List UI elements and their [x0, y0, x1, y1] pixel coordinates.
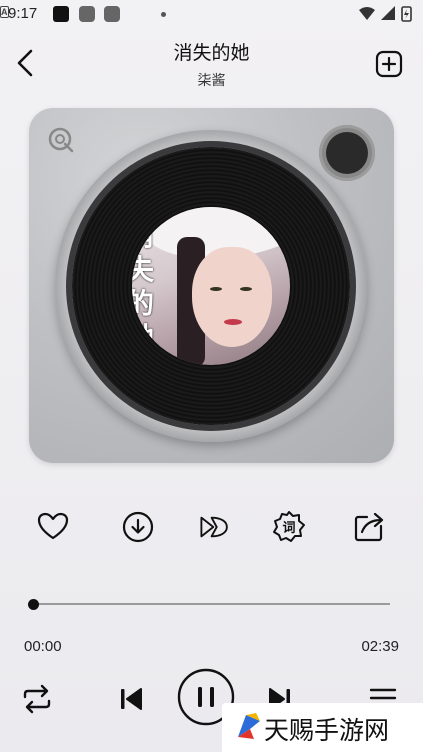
more-notifications-icon	[161, 12, 166, 17]
album-cover-text: 消失的她	[132, 219, 155, 354]
download-button[interactable]	[121, 510, 155, 544]
lyrics-button[interactable]: 词	[272, 510, 306, 544]
status-bar: 9:17 A	[0, 0, 423, 30]
svg-text:词: 词	[282, 521, 295, 536]
vinyl-record[interactable]: 消失的她	[72, 147, 350, 425]
speed-button[interactable]	[198, 510, 232, 544]
brand-logo-icon	[48, 127, 74, 153]
notification-icon	[104, 6, 120, 22]
current-time: 00:00	[24, 638, 62, 655]
status-icons	[359, 6, 412, 22]
add-to-playlist-button[interactable]	[375, 50, 403, 78]
album-cover: 消失的她	[132, 207, 290, 365]
total-time: 02:39	[361, 638, 399, 655]
song-title: 消失的她	[173, 42, 250, 64]
share-button[interactable]	[353, 510, 387, 544]
watermark-text: 天赐手游网	[264, 716, 390, 745]
previous-track-button[interactable]	[117, 684, 145, 714]
like-button[interactable]	[36, 510, 70, 544]
watermark-logo-icon	[238, 713, 260, 739]
signal-icon	[381, 6, 395, 20]
repeat-mode-button[interactable]	[20, 683, 54, 715]
device-knob	[319, 125, 375, 181]
progress-track[interactable]	[33, 603, 390, 605]
progress-thumb[interactable]	[27, 599, 39, 610]
watermark-badge: 天赐手游网	[222, 703, 423, 752]
status-time: 9:17	[8, 5, 38, 22]
notification-icon	[53, 6, 69, 22]
turntable-device: 消失的她	[29, 108, 394, 463]
wifi-icon	[359, 7, 375, 20]
artist-name[interactable]: 柒酱	[0, 70, 423, 90]
notification-icon	[79, 6, 95, 22]
